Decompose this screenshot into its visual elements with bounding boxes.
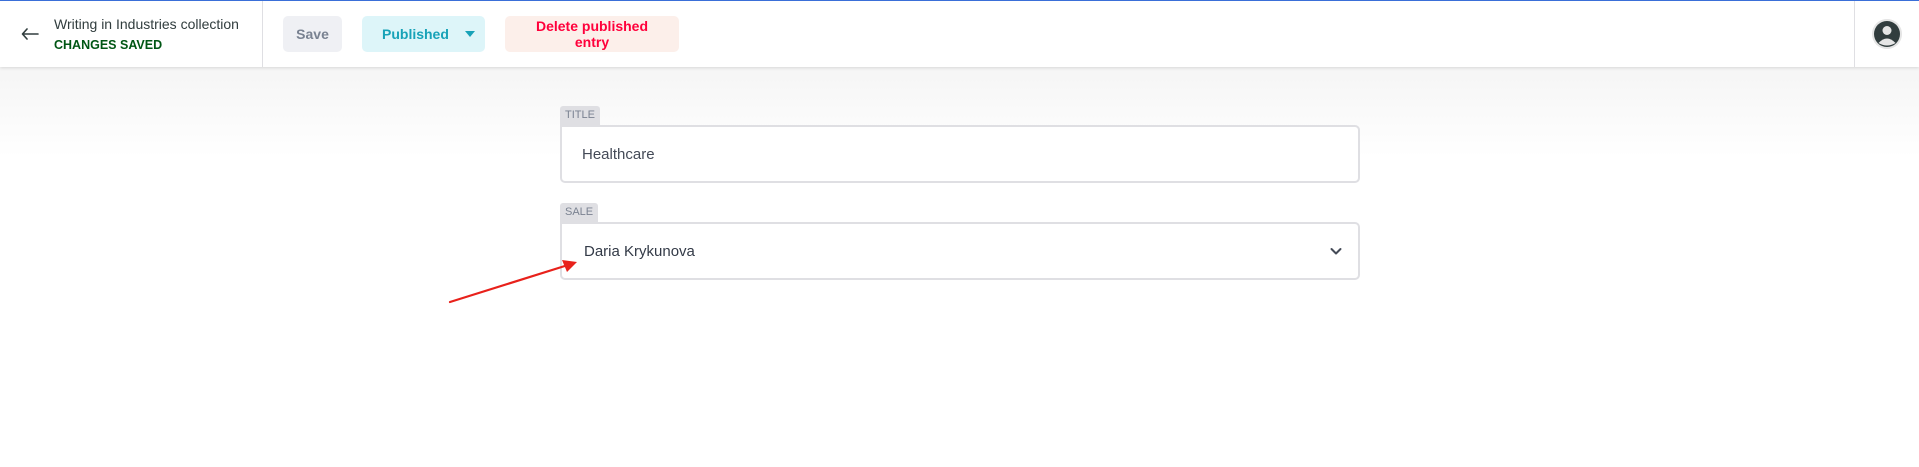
title-field-label: TITLE [560, 106, 600, 125]
delete-published-entry-button[interactable]: Delete published entry [505, 16, 679, 52]
collection-title[interactable]: Writing in Industries collection [54, 15, 239, 33]
arrow-left-icon[interactable] [18, 22, 42, 46]
toolbar-actions: Save Published Delete published entry [263, 1, 679, 67]
publish-status-label: Published [382, 26, 449, 42]
user-avatar-icon[interactable] [1872, 19, 1902, 49]
publish-status-dropdown[interactable]: Published [362, 16, 485, 52]
user-menu [1854, 1, 1919, 67]
editor-toolbar: Writing in Industries collection CHANGES… [0, 0, 1919, 67]
sale-select[interactable]: Daria Krykunova [560, 222, 1360, 280]
red-arrow-pointer-icon [448, 260, 577, 304]
title-input[interactable]: Healthcare [560, 125, 1360, 183]
save-status: CHANGES SAVED [54, 37, 163, 52]
back-to-collection: Writing in Industries collection CHANGES… [0, 1, 263, 67]
sale-field: SALE Daria Krykunova [560, 202, 1360, 280]
caret-down-icon[interactable] [455, 16, 485, 52]
title-field: TITLE Healthcare [560, 105, 1360, 183]
chevron-down-icon[interactable] [1328, 243, 1344, 259]
collection-info: Writing in Industries collection CHANGES… [54, 15, 239, 54]
entry-editor: TITLE Healthcare SALE Daria Krykunova [0, 67, 1919, 467]
sale-select-value: Daria Krykunova [584, 242, 695, 260]
save-button[interactable]: Save [283, 16, 342, 52]
sale-field-label: SALE [560, 203, 599, 222]
